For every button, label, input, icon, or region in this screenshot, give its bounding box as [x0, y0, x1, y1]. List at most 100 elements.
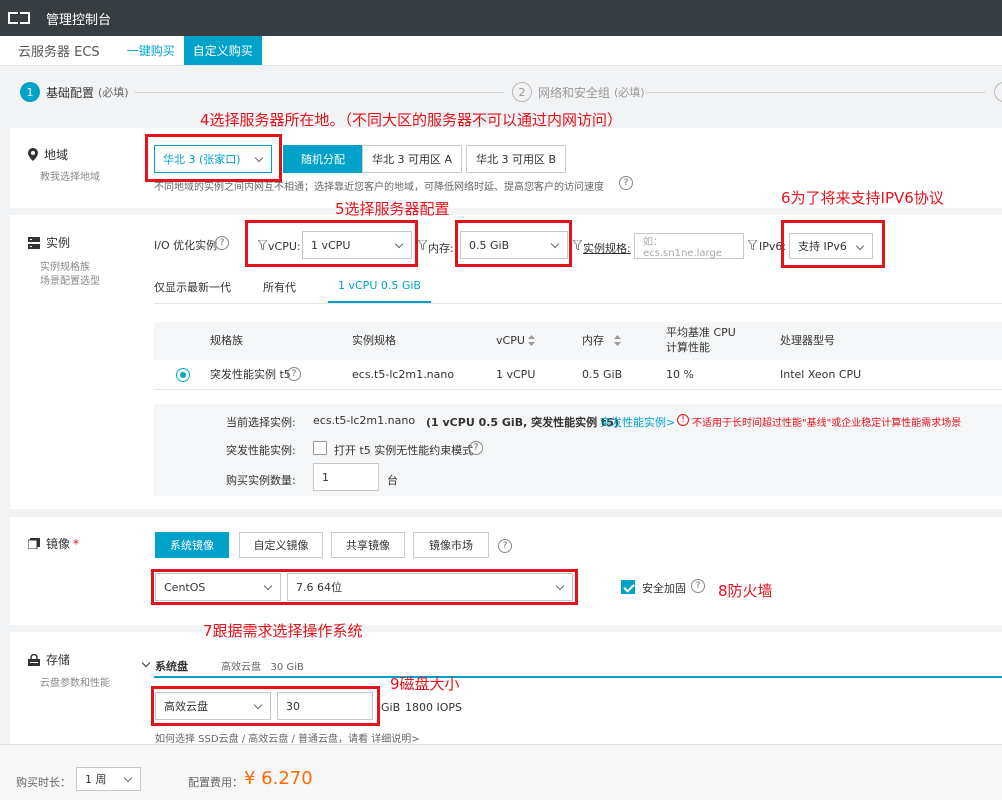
duration-label: 购买时长： [16, 776, 71, 789]
os-version-value: 7.6 64位 [296, 581, 342, 594]
col-family: 规格族 [210, 334, 243, 347]
sort-icon[interactable] [614, 335, 621, 346]
burst-mode-label: 突发性能实例: [226, 444, 296, 457]
disk-iops: 1800 IOPS [405, 701, 463, 714]
step-network[interactable]: 2 网络和安全组 (必填) [512, 82, 645, 102]
image-title: 镜像 * [28, 535, 79, 552]
annotation-ipv6: 6为了将来支持IPV6协议 [781, 189, 944, 207]
region-select[interactable]: 华北 3 (张家口) [154, 145, 272, 173]
image-title-text: 镜像 [46, 537, 71, 551]
col-spec: 实例规格 [352, 334, 396, 347]
location-pin-icon [28, 148, 38, 161]
region-title-text: 地域 [44, 148, 69, 162]
generation-tabs-divider [154, 303, 1002, 304]
tab-all-generations[interactable]: 所有代 [263, 279, 312, 303]
help-icon[interactable]: ? [619, 176, 633, 190]
chevron-down-icon [123, 773, 133, 783]
step-label: 网络和安全组 [538, 85, 611, 100]
console-title[interactable]: 管理控制台 [46, 9, 111, 28]
security-hardening-checkbox[interactable] [621, 580, 635, 594]
duration-select[interactable]: 1 周 [76, 767, 141, 791]
storage-title: 存储 [28, 651, 70, 668]
required-mark: * [73, 536, 80, 551]
order-footer [0, 744, 1002, 800]
price-value: ¥ 6.270 [244, 768, 313, 789]
storage-hint[interactable]: 云盘参数和性能 [40, 676, 110, 692]
help-icon[interactable]: ? [469, 441, 483, 455]
region-random-button[interactable]: 随机分配 [283, 145, 363, 173]
tab-custom-image[interactable]: 自定义镜像 [239, 532, 323, 558]
tab-custom-buy[interactable]: 自定义购买 [183, 36, 262, 65]
generation-tabs: 仅显示最新一代 所有代 1 vCPU 0.5 GiB [154, 279, 447, 303]
instance-radio[interactable] [176, 368, 190, 382]
step-divider [646, 92, 986, 93]
spec-label[interactable]: 实例规格: [583, 240, 631, 256]
aliyun-logo-icon[interactable] [8, 10, 34, 26]
region-title: 地域 [28, 146, 68, 163]
filter-icon [258, 240, 267, 250]
step-divider [134, 92, 504, 93]
tab-system-image[interactable]: 系统镜像 [155, 532, 229, 558]
col-processor: 处理器型号 [780, 334, 835, 347]
unlimited-mode-label: 打开 t5 实例无性能约束模式 [334, 444, 474, 457]
row-processor: Intel Xeon CPU [780, 368, 862, 381]
current-selection-label: 当前选择实例: [226, 416, 296, 429]
server-icon [28, 236, 40, 249]
unlimited-mode-checkbox[interactable] [313, 441, 327, 455]
vcpu-select-value: 1 vCPU [311, 238, 351, 252]
instance-table-header: 规格族 实例规格 vCPU 内存 平均基准 CPU 计算性能 处理器型号 [154, 322, 1002, 360]
chevron-down-icon [263, 581, 273, 591]
duration-value: 1 周 [85, 773, 107, 786]
step-required: (必填) [98, 86, 129, 99]
system-disk-label: 系统盘 [155, 660, 188, 673]
instance-hint-scenario[interactable]: 场景配置选型 [40, 274, 100, 290]
ipv6-label: IPv6: [759, 240, 787, 253]
help-icon[interactable]: ? [287, 367, 301, 381]
disk-size-input[interactable]: 30 [277, 692, 373, 720]
zone-b-button[interactable]: 华北 3 可用区 B [466, 145, 566, 173]
step-number: 2 [512, 82, 532, 102]
step-number: 1 [20, 82, 40, 102]
current-selection-spec: ecs.t5-lc2m1.nano [313, 414, 416, 427]
vcpu-select[interactable]: 1 vCPU [302, 231, 412, 259]
filter-icon [418, 240, 427, 250]
table-row[interactable]: 突发性能实例 t5 ? ecs.t5-lc2m1.nano 1 vCPU 0.5… [154, 360, 1002, 390]
disk-type-select[interactable]: 高效云盘 [155, 692, 271, 720]
zone-a-button[interactable]: 华北 3 可用区 A [362, 145, 462, 173]
region-hint[interactable]: 教我选择地域 [40, 170, 100, 186]
tab-latest-generation[interactable]: 仅显示最新一代 [154, 279, 247, 303]
top-bar: 管理控制台 [0, 0, 1002, 36]
tab-image-market[interactable]: 镜像市场 [413, 532, 489, 558]
chevron-down-icon [253, 700, 263, 710]
ipv6-select[interactable]: 支持 IPv6 [789, 233, 873, 259]
sort-icon[interactable] [528, 335, 535, 346]
col-memory[interactable]: 内存 [582, 334, 604, 348]
col-vcpu[interactable]: vCPU [496, 334, 525, 348]
row-perf: 10 % [666, 368, 694, 381]
region-note: 不同地域的实例之间内网互不相通；选择靠近您客户的地域，可降低网络时延、提高您客户… [154, 182, 604, 193]
help-icon[interactable]: ? [215, 236, 229, 250]
tab-shared-image[interactable]: 共享镜像 [331, 532, 405, 558]
row-vcpu: 1 vCPU [496, 368, 536, 381]
system-disk-info: 高效云盘 30 GiB [221, 662, 304, 673]
help-icon[interactable]: ? [691, 579, 705, 593]
disk-divider [154, 676, 1002, 678]
chevron-down-icon [394, 239, 404, 249]
col-compute-perf: 计算性能 [666, 341, 710, 354]
tab-1vcpu-filter[interactable]: 1 vCPU 0.5 GiB [328, 279, 431, 303]
disk-help-text[interactable]: 如何选择 SSD云盘 / 高效云盘 / 普通云盘，请看 详细说明> [155, 730, 420, 745]
os-select[interactable]: CentOS [155, 573, 281, 601]
cost-label: 配置费用： [188, 776, 243, 789]
help-icon[interactable]: ? [498, 539, 512, 553]
spec-search-input[interactable]: 如：ecs.sn1ne.large [634, 233, 744, 259]
tab-quick-buy[interactable]: 一键购买 [118, 36, 184, 65]
step-basic-config[interactable]: 1 基础配置 (必填) [20, 82, 129, 102]
storage-panel [10, 632, 1002, 744]
current-selection-detail: (1 vCPU 0.5 GiB, 突发性能实例 t5) [426, 416, 619, 429]
burst-instance-link[interactable]: 突发性能实例> [600, 414, 675, 430]
vcpu-label: vCPU: [268, 240, 301, 253]
memory-select[interactable]: 0.5 GiB [460, 231, 568, 259]
os-version-select[interactable]: 7.6 64位 [287, 573, 573, 601]
quantity-input[interactable]: 1 [313, 463, 379, 491]
filter-icon [748, 240, 757, 250]
